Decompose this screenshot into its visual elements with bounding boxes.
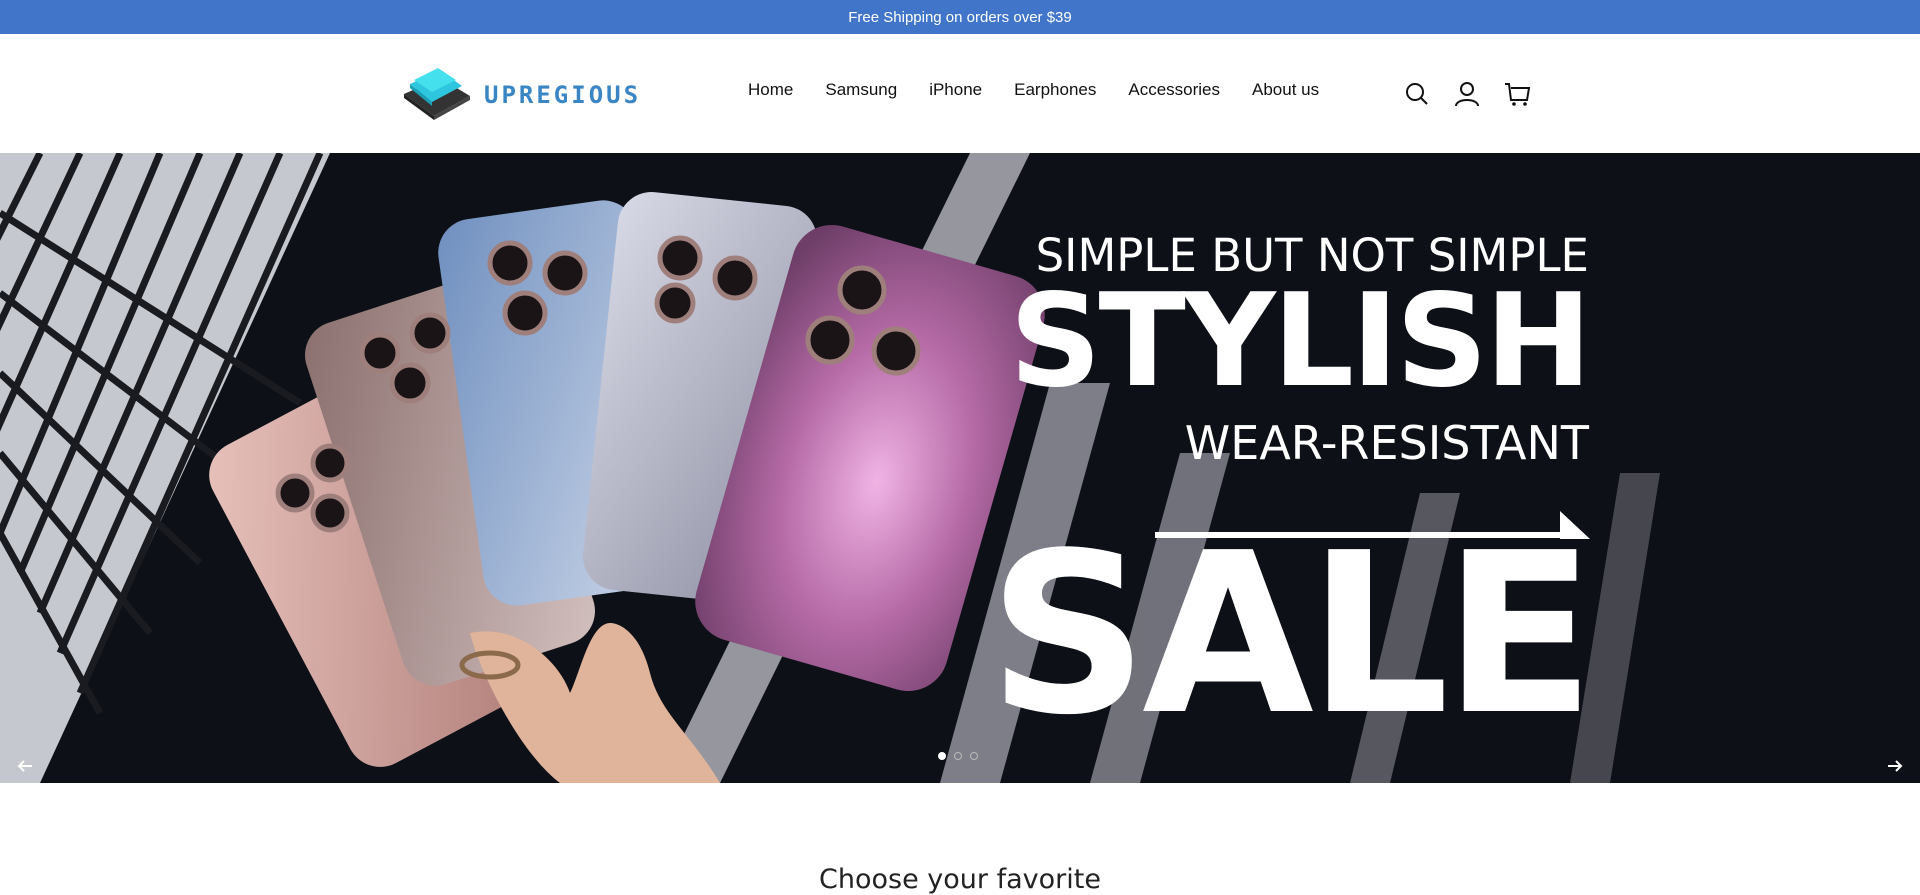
nav-about-us[interactable]: About us <box>1252 80 1319 100</box>
decorative-arrow <box>1155 511 1590 539</box>
hero-line-4: SALE <box>988 506 1595 764</box>
account-icon[interactable] <box>1453 80 1481 108</box>
slide-dot-3[interactable] <box>970 752 978 760</box>
section-title: Choose your favorite <box>819 864 1101 895</box>
slide-dots <box>938 752 978 760</box>
hero-image <box>0 153 1920 783</box>
prev-slide-button[interactable] <box>10 751 40 781</box>
nav-accessories[interactable]: Accessories <box>1128 80 1220 100</box>
header-icons <box>1403 80 1531 108</box>
nav-iphone[interactable]: iPhone <box>929 80 982 100</box>
next-slide-button[interactable] <box>1880 751 1910 781</box>
slide-dot-1[interactable] <box>938 752 946 760</box>
logo-phone-icon <box>404 68 470 120</box>
cart-icon[interactable] <box>1503 80 1531 108</box>
hero-copy: SIMPLE BUT NOT SIMPLE STYLISH WEAR-RESIS… <box>988 233 1595 764</box>
slide-dot-2[interactable] <box>954 752 962 760</box>
announcement-bar: Free Shipping on orders over $39 <box>0 0 1920 34</box>
arrow-left-icon <box>17 760 32 772</box>
brand-name: UPREGIOUS <box>484 81 642 109</box>
nav-home[interactable]: Home <box>748 80 793 100</box>
brand-logo[interactable]: UPREGIOUS <box>400 64 641 126</box>
search-icon[interactable] <box>1403 80 1431 108</box>
arrow-right-icon <box>1888 760 1903 772</box>
nav-samsung[interactable]: Samsung <box>825 80 897 100</box>
nav-earphones[interactable]: Earphones <box>1014 80 1096 100</box>
site-header: UPREGIOUS Home Samsung iPhone Earphones … <box>0 34 1920 153</box>
hero-line-2: STYLISH <box>1009 267 1592 416</box>
hero-banner[interactable]: SIMPLE BUT NOT SIMPLE STYLISH WEAR-RESIS… <box>0 153 1920 783</box>
announcement-text: Free Shipping on orders over $39 <box>848 8 1072 26</box>
hero-line-3: WEAR-RESISTANT <box>1184 416 1589 470</box>
main-nav: Home Samsung iPhone Earphones Accessorie… <box>748 80 1351 100</box>
